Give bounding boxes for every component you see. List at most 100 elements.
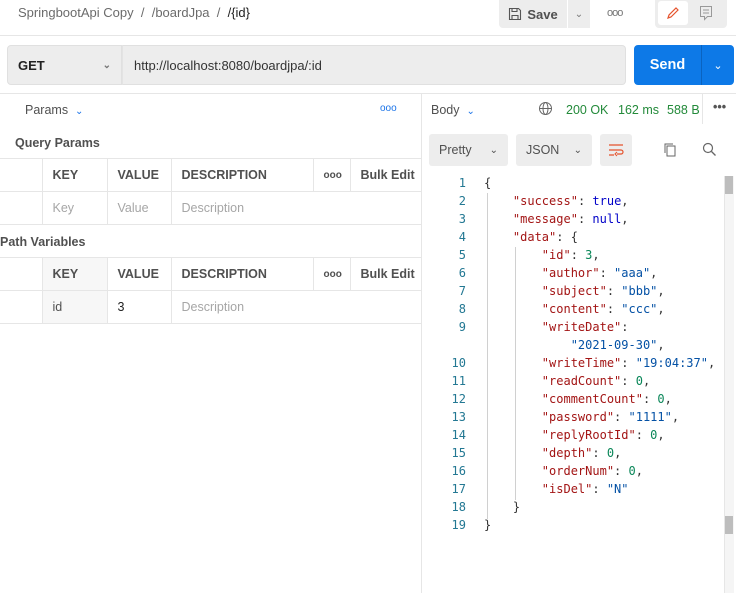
code-token: : [570, 248, 586, 262]
format-select[interactable]: Pretty ⌄ [429, 134, 508, 166]
tab-body[interactable]: Body ⌄ [431, 103, 475, 117]
key-cell: id [41, 290, 108, 324]
edit-pencil-icon[interactable] [658, 1, 688, 25]
search-icon[interactable] [702, 142, 717, 160]
code-line: "subject": "bbb", [484, 284, 665, 298]
code-token: "message" [512, 212, 578, 226]
response-size[interactable]: 588 B [667, 103, 700, 117]
send-dropdown-chevron-icon[interactable]: ⌄ [701, 45, 734, 85]
line-number: 8 [458, 302, 466, 316]
code-token: "data" [512, 230, 557, 244]
line-number: 10 [451, 356, 466, 370]
scrollbar[interactable] [724, 176, 734, 593]
wrap-lines-icon[interactable] [600, 134, 632, 166]
columns-more-button[interactable]: ooo [312, 158, 351, 192]
code-line: "author": "aaa", [484, 266, 658, 280]
code-token: "writeDate" [541, 320, 622, 334]
query-params-title: Query Params [15, 136, 100, 150]
path-variables-title: Path Variables [0, 235, 86, 249]
line-number: 14 [451, 428, 466, 442]
value-input[interactable]: Value [106, 191, 172, 225]
send-button[interactable]: Send ⌄ [634, 45, 734, 85]
code-token: "bbb" [621, 284, 658, 298]
chevron-down-icon: ⌄ [573, 144, 582, 156]
chevron-down-icon: ⌄ [466, 106, 475, 117]
bulk-edit-button[interactable]: Bulk Edit [349, 257, 421, 291]
method-select[interactable]: GET ⌄ [7, 45, 122, 85]
code-token: "success" [512, 194, 578, 208]
breadcrumb-collection[interactable]: SpringbootApi Copy [18, 5, 134, 20]
code-token: { [484, 176, 492, 190]
code-token: "readCount" [541, 374, 622, 388]
response-more-button[interactable]: ••• [713, 100, 726, 114]
code-token: "depth" [541, 446, 593, 460]
key-input[interactable]: Key [41, 191, 108, 225]
code-line: "success": true, [484, 194, 629, 208]
breadcrumb-request[interactable]: /{id} [228, 5, 250, 20]
line-number: 11 [451, 374, 466, 388]
line-number: 12 [451, 392, 466, 406]
save-dropdown-chevron-icon[interactable]: ⌄ [568, 0, 590, 28]
code-token: : [599, 266, 615, 280]
line-number: 3 [458, 212, 466, 226]
language-select[interactable]: JSON ⌄ [516, 134, 592, 166]
table-header: KEY VALUE DESCRIPTION ooo Bulk Edit [0, 158, 421, 192]
code-token: : [606, 284, 622, 298]
code-token: "1111" [628, 410, 672, 424]
code-token: : [621, 356, 636, 370]
line-number: 1 [458, 176, 466, 190]
code-token: : [614, 410, 629, 424]
table-row: Key Value Description [0, 191, 421, 225]
code-token: "N" [606, 482, 629, 496]
globe-icon[interactable] [538, 101, 553, 119]
description-input[interactable]: Description [170, 191, 421, 225]
code-line: "depth": 0, [484, 446, 622, 460]
code-token: true [592, 194, 622, 208]
code-token: } [484, 500, 521, 514]
value-input[interactable]: 3 [106, 290, 172, 324]
code-token: "password" [541, 410, 615, 424]
code-token: 0 [635, 374, 643, 388]
bulk-edit-button[interactable]: Bulk Edit [349, 158, 421, 192]
code-token: , [621, 212, 629, 226]
code-token: , [650, 266, 658, 280]
code-token: 0 [628, 464, 636, 478]
code-line: "writeTime": "19:04:37", [484, 356, 715, 370]
code-token: "commentCount" [541, 392, 643, 406]
save-button[interactable]: Save [499, 0, 567, 28]
url-input[interactable]: http://localhost:8080/boardjpa/:id [122, 45, 626, 85]
line-number: 19 [451, 518, 466, 532]
line-number: 4 [458, 230, 466, 244]
line-number: 16 [451, 464, 466, 478]
code-line: "password": "1111", [484, 410, 679, 424]
status-code[interactable]: 200 OK [566, 103, 608, 117]
more-options-button[interactable]: ooo [607, 7, 623, 19]
tab-params[interactable]: Params ⌄ [25, 103, 83, 117]
breadcrumb: SpringbootApi Copy / /boardJpa / /{id} [18, 5, 251, 20]
table-header: KEY VALUE DESCRIPTION ooo Bulk Edit [0, 257, 421, 291]
copy-icon[interactable] [663, 142, 677, 161]
response-time[interactable]: 162 ms [618, 103, 659, 117]
chevron-down-icon: ⌄ [75, 106, 84, 117]
code-token: , [621, 194, 629, 208]
line-number: 13 [451, 410, 466, 424]
code-line: "readCount": 0, [484, 374, 650, 388]
comments-icon[interactable] [699, 5, 713, 24]
description-input[interactable]: Description [170, 290, 421, 324]
code-token: : [592, 482, 607, 496]
code-line: "data": { [484, 230, 578, 244]
columns-more-button[interactable]: ooo [312, 257, 351, 291]
code-token: "2021-09-30" [570, 338, 658, 352]
line-number: 15 [451, 446, 466, 460]
code-line: "id": 3, [484, 248, 600, 262]
params-more-button[interactable]: ooo [380, 103, 397, 114]
code-token: , [657, 284, 665, 298]
breadcrumb-folder[interactable]: /boardJpa [152, 5, 210, 20]
code-line: "commentCount": 0, [484, 392, 672, 406]
code-token: , [635, 464, 643, 478]
